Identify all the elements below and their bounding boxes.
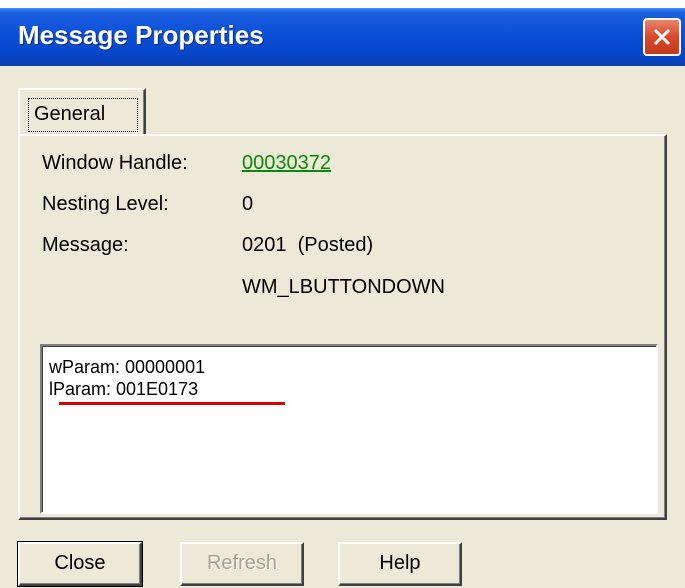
message-value: 0201 (Posted) (242, 234, 374, 256)
lparam-line: lParam: 001E0173 (49, 379, 199, 399)
help-button[interactable]: Help (338, 542, 462, 586)
window-handle-label: Window Handle: (42, 152, 188, 174)
window-handle-link[interactable]: 00030372 (242, 152, 331, 175)
nesting-level-value: 0 (242, 193, 254, 215)
general-tab-panel: Window Handle: 00030372 Nesting Level: 0… (18, 134, 667, 520)
message-name: WM_LBUTTONDOWN (242, 276, 445, 298)
tab-general-label: General (34, 103, 106, 125)
refresh-button[interactable]: Refresh (180, 542, 304, 586)
message-properties-dialog: Message Properties General Window Handle… (0, 8, 685, 588)
window-title: Message Properties (18, 20, 264, 50)
params-textbox-inner: wParam: 00000001 lParam: 001E0173 (42, 346, 656, 512)
close-button[interactable]: Close (17, 541, 143, 587)
annotation-red-underline (59, 402, 285, 405)
tab-general[interactable]: General (18, 88, 146, 136)
close-window-button[interactable] (643, 18, 681, 56)
params-textbox[interactable]: wParam: 00000001 lParam: 001E0173 (40, 344, 658, 514)
nesting-level-label: Nesting Level: (42, 193, 169, 215)
close-x-icon (653, 28, 671, 46)
wparam-line: wParam: 00000001 (49, 357, 206, 377)
title-bar[interactable]: Message Properties (0, 8, 685, 66)
message-label: Message: (42, 234, 129, 256)
